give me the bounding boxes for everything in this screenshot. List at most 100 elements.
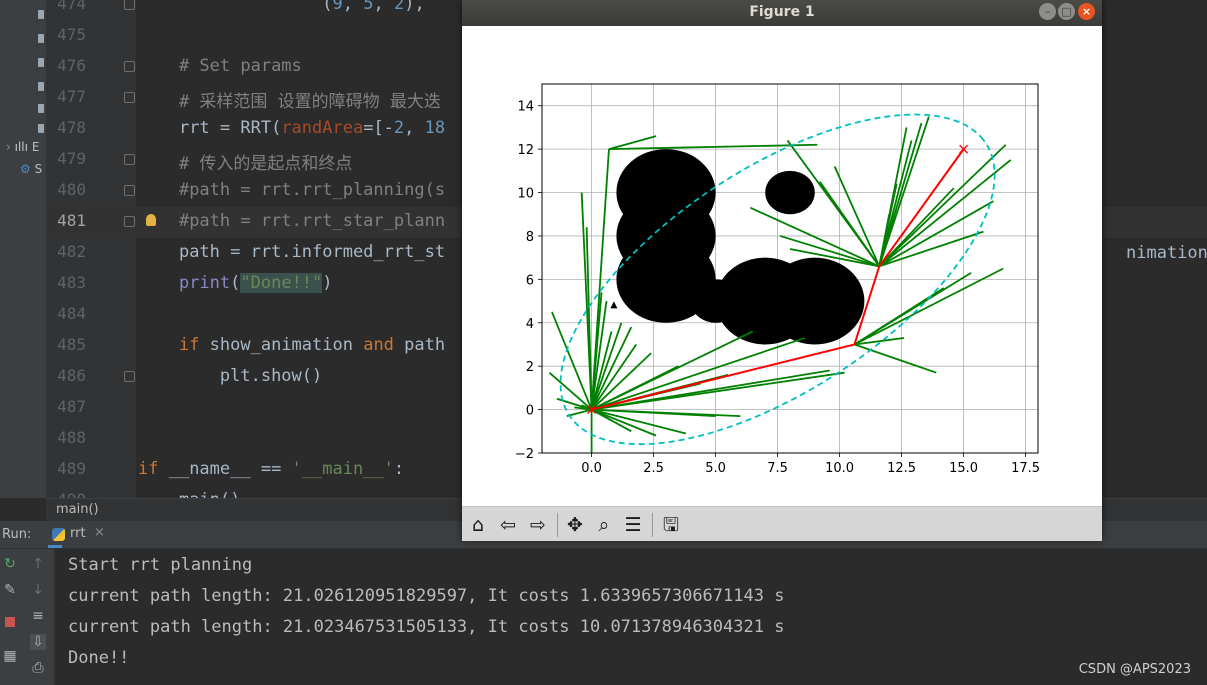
fold-marker-icon[interactable] [124, 92, 135, 103]
file-icon[interactable] [38, 34, 44, 43]
code-token: and [363, 335, 405, 355]
line-number: 487 [57, 397, 86, 416]
y-tick-label: 4 [526, 317, 534, 332]
close-icon[interactable]: × [94, 525, 105, 540]
code-token: show_animation [209, 335, 364, 355]
file-icon[interactable] [38, 104, 44, 113]
console-line: current path length: 21.026120951829597,… [68, 586, 785, 606]
x-tick-label: 0.0 [581, 461, 602, 476]
fold-marker-icon[interactable] [124, 185, 135, 196]
print-icon[interactable]: ⎙ [30, 660, 46, 676]
code-token: "Done!!" [240, 273, 323, 293]
sample-point [610, 301, 618, 309]
back-icon[interactable]: ⇦ [497, 514, 519, 536]
code-token: #path = rrt.rrt_planning(s [178, 180, 446, 200]
line-number: 477 [57, 87, 86, 106]
code-text: plt.show() [138, 366, 322, 386]
close-icon[interactable]: × [1078, 3, 1095, 20]
code-token: '__main__' [291, 459, 394, 479]
code-token: ( [322, 0, 333, 14]
code-text: # 传入的是起点和终点 [138, 149, 352, 174]
code-token: , [404, 118, 425, 138]
fold-marker-icon[interactable] [124, 154, 135, 165]
configure-subplots-icon[interactable]: ☰ [622, 514, 644, 536]
breadcrumb-function[interactable]: main() [56, 502, 99, 517]
y-tick-label: 10 [517, 187, 534, 202]
file-icon[interactable] [38, 124, 44, 133]
scroll-to-end-icon[interactable]: ⇩ [30, 634, 46, 650]
up-arrow-icon[interactable]: ↑ [30, 556, 46, 572]
library-icon: ıllı [14, 140, 28, 154]
file-icon[interactable] [38, 82, 44, 91]
project-item-scratches[interactable]: ⚙ S [20, 162, 42, 182]
file-icon[interactable] [38, 58, 44, 67]
code-token: 18 [424, 118, 446, 138]
console-line: Start rrt planning [68, 555, 253, 575]
soft-wrap-icon[interactable]: ≡ [30, 608, 46, 624]
tree-edge [548, 372, 593, 411]
figure-window[interactable]: Figure 1 – □ × 0.0 2.5 5.0 7.5 10.0 12.5 15.0 1… [462, 0, 1102, 541]
layout-icon[interactable]: ▦ [2, 648, 18, 664]
run-tab-rrt[interactable]: rrt × [48, 521, 105, 548]
code-token: randArea [281, 118, 364, 138]
y-tick-label: 6 [526, 273, 534, 288]
code-text: print("Done!!") [138, 273, 333, 293]
file-icon[interactable] [38, 10, 44, 19]
tree-edge [608, 143, 818, 151]
fold-marker-icon[interactable] [124, 216, 135, 227]
code-token: ( [230, 273, 241, 293]
fold-marker-icon[interactable] [124, 371, 135, 382]
fold-marker-icon[interactable] [124, 61, 135, 72]
code-token: __name__ == [168, 459, 292, 479]
maximize-icon[interactable]: □ [1058, 3, 1075, 20]
line-number: 474 [57, 0, 86, 13]
tree-edge [749, 206, 880, 268]
save-icon[interactable]: 🖫 [660, 514, 682, 536]
code-token: 5 [363, 0, 374, 14]
code-token: if [178, 335, 210, 355]
code-token: plt.show() [219, 366, 323, 386]
code-token: 9 [332, 0, 343, 14]
stop-icon[interactable] [2, 614, 18, 630]
window-titlebar[interactable]: Figure 1 – □ × [462, 0, 1102, 26]
zoom-icon[interactable]: ⌕ [593, 514, 615, 536]
plot-canvas[interactable]: 0.0 2.5 5.0 7.5 10.0 12.5 15.0 17.5 −2 0 2 4 6 8 10 12 1… [462, 26, 1102, 506]
x-tick-label: 15.0 [949, 461, 978, 476]
code-token: # 采样范围 设置的障碍物 最大迭 [178, 92, 441, 112]
tree-edge [591, 408, 632, 433]
project-item-label: E [31, 140, 40, 154]
code-text: path = rrt.informed_rrt_st [138, 242, 445, 262]
home-icon[interactable]: ⌂ [467, 514, 489, 536]
line-number: 490 [48, 490, 86, 498]
run-toolbar: ↻ ↑ ✎ ↓ ≡ ⇩ ▦ ⎙ [0, 549, 55, 685]
x-tick-label: 5.0 [705, 461, 726, 476]
fold-marker-icon[interactable] [124, 0, 135, 10]
project-item-external-libraries[interactable]: › ıllı E [6, 140, 39, 160]
line-number: 488 [57, 428, 86, 447]
line-number: 478 [57, 118, 86, 137]
down-arrow-icon[interactable]: ↓ [30, 582, 46, 598]
run-tab-label: rrt [70, 526, 86, 541]
x-tick-label: 12.5 [887, 461, 916, 476]
tree-edge [854, 267, 1004, 346]
line-number: 484 [57, 304, 86, 323]
code-text: if show_animation and path [138, 335, 445, 355]
rerun-icon[interactable]: ↻ [2, 556, 18, 572]
window-title: Figure 1 [749, 4, 815, 20]
code-token: #path = rrt.rrt_star_plann [178, 211, 446, 231]
code-token: , [373, 0, 394, 14]
x-tick-label: 7.5 [767, 461, 788, 476]
run-console[interactable]: Start rrt planning current path length: … [55, 549, 1207, 685]
code-text: #path = rrt.rrt_star_plann [138, 211, 445, 231]
forward-icon[interactable]: ⇨ [527, 514, 549, 536]
code-token: =[- [363, 118, 394, 138]
wrench-icon[interactable]: ✎ [2, 582, 18, 598]
line-number: 483 [57, 273, 86, 292]
pan-icon[interactable]: ✥ [564, 514, 586, 536]
minimize-icon[interactable]: – [1039, 3, 1056, 20]
code-text: rrt = RRT(randArea=[-2, 18 [138, 118, 445, 138]
line-number: 489 [57, 459, 86, 478]
